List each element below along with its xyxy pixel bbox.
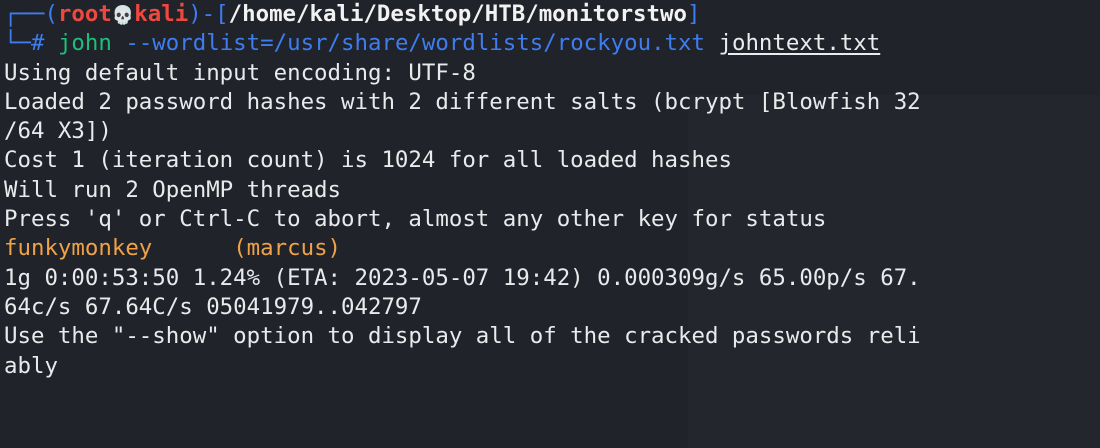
- prompt-line-1: ┌──(root💀kali)-[/home/kali/Desktop/HTB/m…: [4, 0, 921, 29]
- output-line: Will run 2 OpenMP threads: [4, 176, 342, 203]
- output-line: Using default input encoding: UTF-8: [4, 59, 476, 86]
- prompt-user: root: [57, 1, 112, 27]
- terminal-window[interactable]: ┌──(root💀kali)-[/home/kali/Desktop/HTB/m…: [0, 0, 1100, 448]
- prompt-frame-close: ]: [686, 1, 701, 27]
- command-name: john: [57, 30, 112, 57]
- prompt-frame-top: ┌──(: [4, 1, 58, 27]
- prompt-frame-bottom: └─: [4, 30, 31, 57]
- command-target-file: johntext.txt: [718, 30, 881, 57]
- prompt-hash: #: [30, 30, 45, 57]
- output-line: Loaded 2 password hashes with 2 differen…: [4, 88, 921, 115]
- prompt-host: kali: [134, 1, 189, 27]
- output-line: 64c/s 67.64C/s 05041979..042797: [4, 293, 422, 320]
- cracked-result-line: funkymonkey (marcus): [4, 234, 921, 263]
- cracked-password: funkymonkey: [4, 235, 153, 262]
- output-line: 1g 0:00:53:50 1.24% (ETA: 2023-05-07 19:…: [4, 264, 921, 291]
- command-argument: --wordlist=/usr/share/wordlists/rockyou.…: [125, 30, 705, 57]
- cracked-user: (marcus): [233, 235, 342, 262]
- prompt-frame-mid: )-[: [188, 1, 229, 27]
- output-line: Cost 1 (iteration count) is 1024 for all…: [4, 147, 732, 174]
- output-line: ably: [4, 352, 58, 379]
- output-line: /64 X3]): [4, 118, 112, 145]
- prompt-line-2: └─# john --wordlist=/usr/share/wordlists…: [4, 29, 921, 58]
- skull-icon: 💀: [111, 5, 135, 26]
- output-line: Press 'q' or Ctrl-C to abort, almost any…: [4, 206, 827, 233]
- output-line: Use the "--show" option to display all o…: [4, 323, 921, 350]
- prompt-path: /home/kali/Desktop/HTB/monitorstwo: [228, 1, 687, 27]
- terminal-output: ┌──(root💀kali)-[/home/kali/Desktop/HTB/m…: [4, 0, 921, 381]
